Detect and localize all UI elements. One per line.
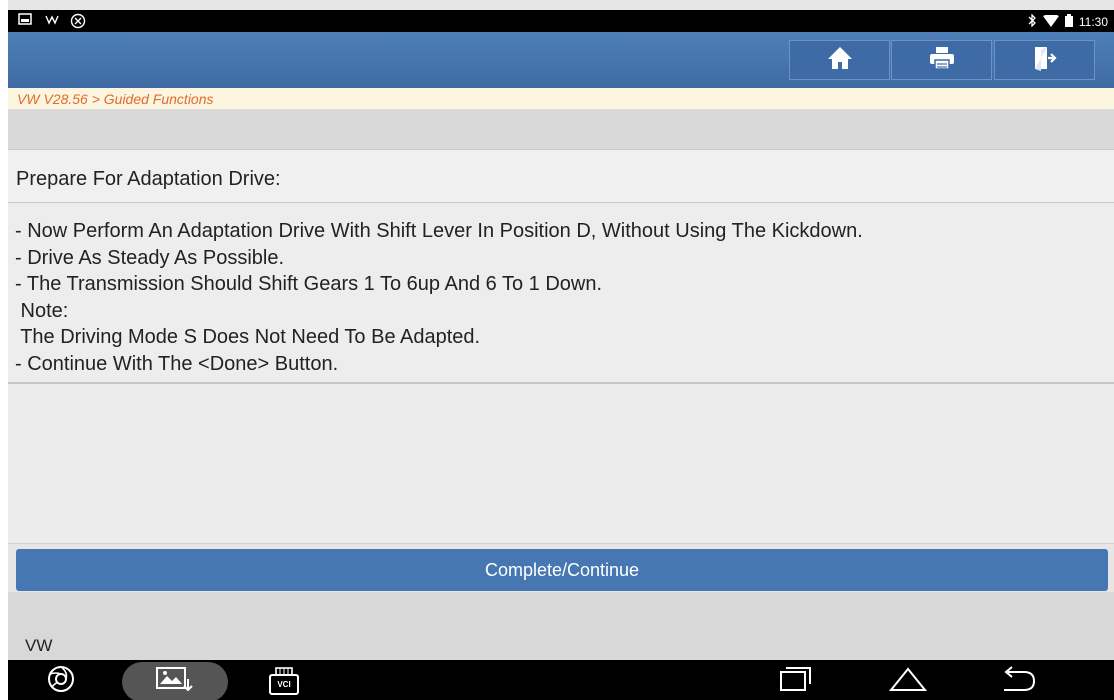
screenshot-button[interactable] (153, 666, 197, 696)
vci-label: VCI (277, 680, 291, 689)
home-nav-button[interactable] (888, 666, 928, 696)
back-icon (998, 665, 1038, 697)
instruction-line: The Driving Mode S Does Not Need To Be A… (15, 326, 481, 348)
home-nav-icon (888, 666, 928, 697)
home-icon (827, 46, 853, 75)
browser-button[interactable] (46, 664, 76, 699)
browser-icon (46, 664, 76, 699)
vci-icon: VCI (267, 666, 301, 696)
exit-button[interactable] (994, 40, 1095, 80)
instructions-panel: - Now Perform An Adaptation Drive With S… (8, 203, 1114, 384)
screenshot-icon (155, 665, 195, 698)
wifi-icon (1042, 13, 1059, 30)
header-spacer (8, 109, 1114, 149)
instruction-line: Note: (15, 299, 69, 322)
complete-continue-button[interactable]: Complete/Continue (16, 549, 1108, 591)
recent-apps-button[interactable] (778, 666, 814, 696)
vehicle-label: VW (25, 636, 53, 655)
navigation-bar: VCI (8, 660, 1114, 700)
usb-debug-icon (44, 13, 60, 27)
instruction-line: - Continue With The <Done> Button. (15, 352, 339, 375)
exit-icon (1032, 45, 1058, 76)
vci-button[interactable]: VCI (266, 666, 302, 696)
status-bar: 11:30 (8, 10, 1114, 32)
print-icon (929, 46, 955, 75)
status-time: 11:30 (1078, 15, 1108, 29)
instruction-line: - Now Perform An Adaptation Drive With S… (15, 220, 863, 242)
instruction-line: - The Transmission Should Shift Gears 1 … (15, 273, 603, 295)
top-toolbar (8, 32, 1114, 88)
back-button[interactable] (998, 665, 1038, 697)
home-button[interactable] (789, 40, 890, 80)
breadcrumb: VW V28.56 > Guided Functions (8, 88, 1114, 109)
footer-bar: VW (8, 592, 1114, 660)
section-title: Prepare For Adaptation Drive: (8, 149, 1114, 203)
empty-content-area (8, 384, 1114, 544)
recent-apps-icon (778, 666, 814, 697)
instruction-line: - Drive As Steady As Possible. (15, 246, 285, 269)
print-button[interactable] (891, 40, 992, 80)
sync-icon (70, 13, 86, 29)
bluetooth-icon (1027, 13, 1037, 30)
gallery-notification-icon (18, 13, 34, 27)
battery-icon (1064, 14, 1073, 30)
